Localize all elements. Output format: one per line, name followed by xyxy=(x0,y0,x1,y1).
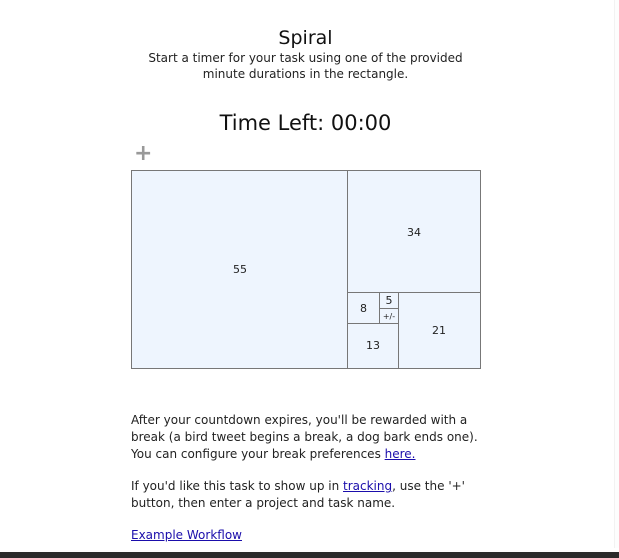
add-task-button[interactable]: + xyxy=(134,143,152,165)
duration-8-label: 8 xyxy=(360,301,367,315)
duration-21-cell[interactable]: 21 xyxy=(397,292,481,369)
duration-5-cell[interactable]: 5 xyxy=(379,292,399,309)
duration-13-cell[interactable]: 13 xyxy=(347,322,399,369)
plus-minus-toggle[interactable]: +/- xyxy=(379,308,399,324)
duration-34-label: 34 xyxy=(407,225,421,239)
tracking-info-paragraph: If you'd like this task to show up in tr… xyxy=(131,478,491,512)
break-info-paragraph: After your countdown expires, you'll be … xyxy=(131,412,491,463)
duration-34-cell[interactable]: 34 xyxy=(347,170,481,294)
break-info-text: After your countdown expires, you'll be … xyxy=(131,413,478,461)
bottom-bar xyxy=(0,552,619,558)
duration-55-cell[interactable]: 55 xyxy=(131,170,349,369)
duration-55-label: 55 xyxy=(233,263,247,276)
duration-5-label: 5 xyxy=(385,294,393,307)
example-workflow-link[interactable]: Example Workflow xyxy=(131,528,242,542)
page-subtitle: Start a timer for your task using one of… xyxy=(148,51,463,81)
duration-21-label: 21 xyxy=(432,324,446,337)
scrollbar-track[interactable] xyxy=(614,0,619,548)
spiral-rectangle: 55 34 21 13 8 5 +/- xyxy=(131,170,481,369)
duration-13-label: 13 xyxy=(366,339,380,352)
time-left-display: Time Left: 00:00 xyxy=(219,111,392,135)
spiral-page: Spiral Start a timer for your task using… xyxy=(0,0,619,558)
page-title: Spiral xyxy=(278,27,333,49)
workflow-paragraph: Example Workflow xyxy=(131,527,491,544)
tracking-info-text-before: If you'd like this task to show up in xyxy=(131,479,344,493)
tracking-link[interactable]: tracking xyxy=(343,479,392,493)
plus-minus-label: +/- xyxy=(382,311,396,321)
break-preferences-link[interactable]: here. xyxy=(385,447,416,461)
duration-8-cell[interactable]: 8 xyxy=(347,292,380,324)
